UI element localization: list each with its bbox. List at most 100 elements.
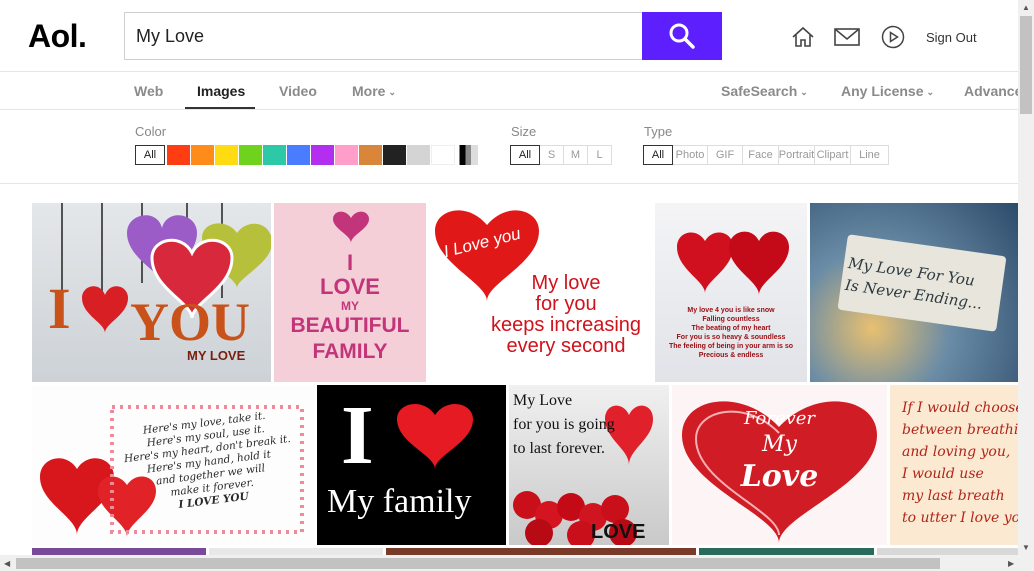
mail-button[interactable] <box>834 24 860 50</box>
color-swatch-white[interactable] <box>431 145 455 165</box>
video-button[interactable] <box>880 24 906 50</box>
caption-line: for you is going <box>513 416 615 433</box>
image-result[interactable]: I My family <box>317 385 506 545</box>
image-caption: Forever My Love <box>672 407 887 495</box>
image-result[interactable]: I YOU MY LOVE <box>32 203 271 382</box>
caption-line: my last breath <box>902 488 1005 504</box>
caption-line: BEAUTIFUL <box>290 314 410 337</box>
caption-line: Falling countless <box>702 316 760 323</box>
chevron-down-icon: ⌄ <box>388 87 396 97</box>
image-result[interactable] <box>386 548 696 555</box>
scroll-down-arrow-icon[interactable]: ▼ <box>1022 543 1030 552</box>
caption-line: If I would choose <box>902 400 1018 416</box>
image-result[interactable]: My Love For You Is Never Ending... <box>810 203 1018 382</box>
caption-line: FAMILY <box>312 340 388 363</box>
type-line-button[interactable]: Line <box>851 145 889 165</box>
image-caption: My Love for you is going to last forever… <box>513 389 615 461</box>
caption-line: keeps increasing <box>490 314 642 336</box>
home-icon <box>792 26 814 47</box>
size-filter-label: Size <box>511 124 537 139</box>
image-result[interactable]: My Love for you is going to last forever… <box>509 385 669 545</box>
sign-out-link[interactable]: Sign Out <box>926 30 977 45</box>
caption-line: The feeling of being in your arm is so <box>668 343 794 350</box>
color-swatches: All <box>135 145 479 165</box>
home-button[interactable] <box>790 24 816 50</box>
header: Aol. Sign Out <box>0 0 1018 72</box>
image-text-you: YOU <box>130 292 250 352</box>
tab-web[interactable]: Web <box>134 83 163 99</box>
search-input[interactable] <box>124 12 642 60</box>
caption-line: LOVE <box>320 274 380 299</box>
mail-icon <box>834 28 860 46</box>
heart-icon <box>333 211 369 243</box>
size-all-button[interactable]: All <box>510 145 540 165</box>
image-result[interactable]: I LOVE MY BEAUTIFUL FAMILY <box>274 203 426 382</box>
type-portrait-button[interactable]: Portrait <box>779 145 815 165</box>
image-result[interactable]: My love 4 you is like snow Falling count… <box>655 203 807 382</box>
caption-line: My love <box>531 272 601 294</box>
image-result[interactable] <box>209 548 383 555</box>
safesearch-label: SafeSearch <box>721 83 798 99</box>
type-filter-label: Type <box>644 124 673 139</box>
color-swatch-brown[interactable] <box>359 145 383 165</box>
color-swatch-green[interactable] <box>239 145 263 165</box>
page: { "header": { "logo": "Aol.", "search_va… <box>0 0 1034 571</box>
image-results-grid: I YOU MY LOVE I LOVE MY BEAUTIFUL FAMILY… <box>0 185 1018 555</box>
image-result[interactable] <box>32 548 206 555</box>
tab-images[interactable]: Images <box>197 83 245 99</box>
image-caption: My love 4 you is like snow Falling count… <box>655 306 807 360</box>
color-swatch-black[interactable] <box>383 145 407 165</box>
image-caption: If I would choose between breathing and … <box>902 397 1018 529</box>
scroll-right-arrow-icon[interactable]: ▶ <box>1008 559 1014 568</box>
heart-icon <box>397 403 473 469</box>
tab-video[interactable]: Video <box>279 83 317 99</box>
image-text-i: I <box>341 389 374 482</box>
heart-icon <box>677 231 789 295</box>
color-swatch-black-and-white[interactable] <box>455 145 479 165</box>
color-swatch-blue[interactable] <box>287 145 311 165</box>
caption-line: and loving you, <box>902 444 1011 460</box>
caption-line: every second <box>506 335 626 357</box>
type-all-button[interactable]: All <box>643 145 673 165</box>
horizontal-scroll-thumb[interactable] <box>16 558 940 569</box>
type-face-button[interactable]: Face <box>743 145 779 165</box>
caption-line: Love <box>740 459 819 494</box>
image-result[interactable] <box>877 548 1018 555</box>
image-text-my-love: MY LOVE <box>187 348 246 363</box>
safesearch-dropdown[interactable]: SafeSearch ⌄ <box>721 83 808 99</box>
color-swatch-orange[interactable] <box>191 145 215 165</box>
caption-line: between breathing <box>902 422 1018 438</box>
image-result[interactable]: Forever My Love <box>672 385 887 545</box>
vertical-scroll-thumb[interactable] <box>1020 16 1032 114</box>
color-swatch-red[interactable] <box>167 145 191 165</box>
license-dropdown[interactable]: Any License ⌄ <box>841 83 934 99</box>
color-swatch-teal[interactable] <box>263 145 287 165</box>
tab-more[interactable]: More ⌄ <box>352 83 396 99</box>
play-icon <box>881 25 905 49</box>
aol-logo[interactable]: Aol. <box>28 18 87 55</box>
image-result[interactable]: If I would choose between breathing and … <box>890 385 1018 545</box>
color-swatch-purple[interactable] <box>311 145 335 165</box>
image-filters: Color All Size All S M L Type All Photo … <box>0 111 1018 184</box>
image-result[interactable] <box>699 548 874 555</box>
size-small-button[interactable]: S <box>540 145 564 165</box>
type-clipart-button[interactable]: Clipart <box>815 145 851 165</box>
tab-more-label: More <box>352 83 386 99</box>
search-button[interactable] <box>642 12 722 60</box>
image-result[interactable]: I Love you My love for you keeps increas… <box>429 203 653 382</box>
color-swatch-yellow[interactable] <box>215 145 239 165</box>
image-caption: I LOVE MY BEAUTIFUL FAMILY <box>274 251 426 365</box>
color-swatch-gray[interactable] <box>407 145 431 165</box>
search-icon <box>669 23 695 49</box>
type-photo-button[interactable]: Photo <box>673 145 708 165</box>
color-all-button[interactable]: All <box>135 145 165 165</box>
size-large-button[interactable]: L <box>588 145 612 165</box>
license-label: Any License <box>841 83 924 99</box>
type-gif-button[interactable]: GIF <box>708 145 743 165</box>
image-result[interactable]: Here's my love, take it. Here's my soul,… <box>32 385 314 545</box>
color-swatch-pink[interactable] <box>335 145 359 165</box>
caption-line: For you is so heavy & soundless <box>676 334 786 341</box>
size-medium-button[interactable]: M <box>564 145 588 165</box>
scroll-left-arrow-icon[interactable]: ◀ <box>4 559 10 568</box>
scroll-up-arrow-icon[interactable]: ▲ <box>1022 3 1030 12</box>
